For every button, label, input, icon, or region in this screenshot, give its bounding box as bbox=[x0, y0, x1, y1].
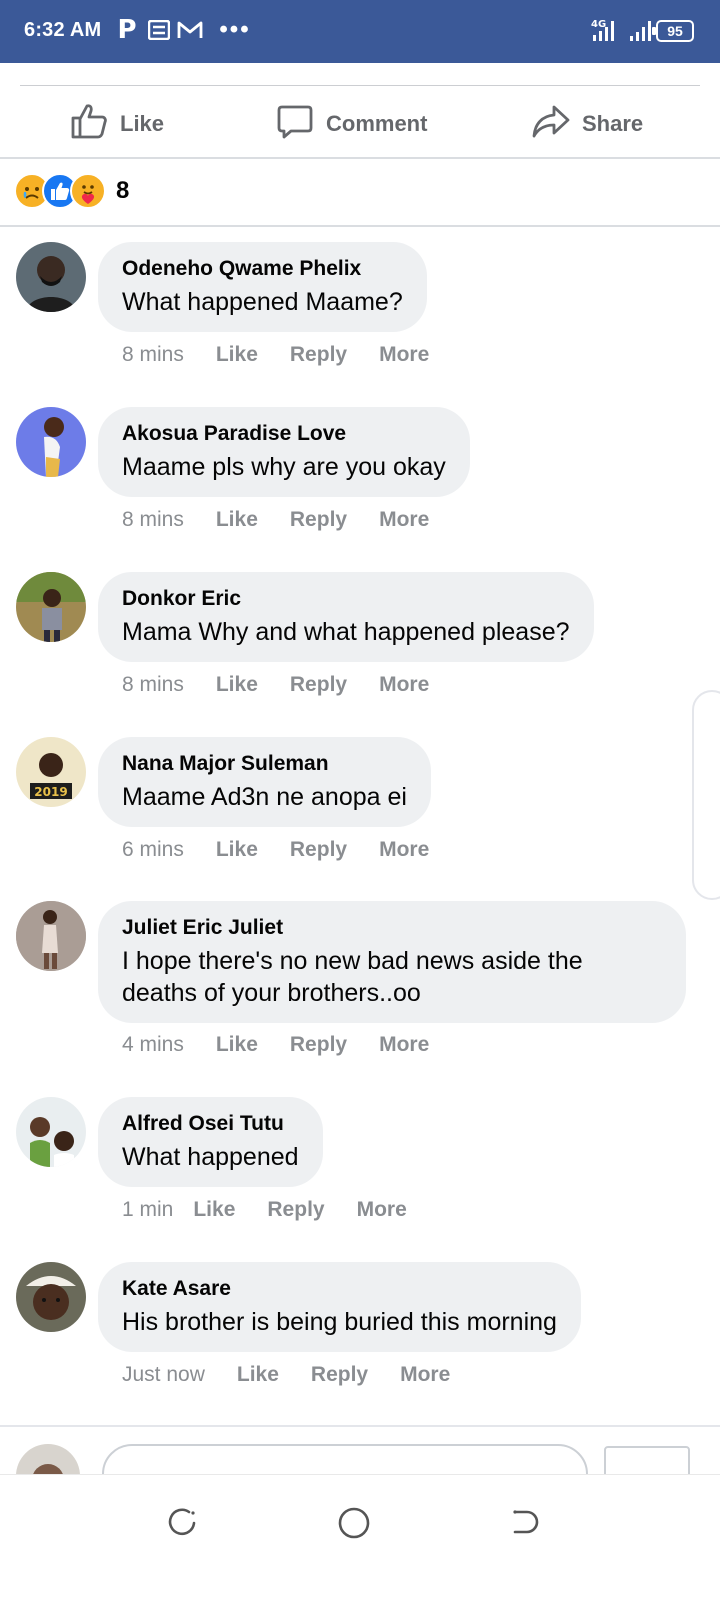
comment-like-button[interactable]: Like bbox=[216, 508, 258, 532]
document-icon bbox=[146, 16, 172, 44]
comment-more-button[interactable]: More bbox=[400, 1363, 450, 1387]
comment-like-button[interactable]: Like bbox=[237, 1363, 279, 1387]
comment-more-button[interactable]: More bbox=[379, 838, 429, 862]
commenter-name[interactable]: Alfred Osei Tutu bbox=[122, 1111, 299, 1137]
comment-time: 1 min bbox=[122, 1198, 174, 1221]
comment-text: I hope there's no new bad news aside the… bbox=[122, 947, 583, 1007]
comment-meta: 8 mins Like Reply More bbox=[122, 673, 461, 697]
comment-like-button[interactable]: Like bbox=[216, 673, 258, 697]
commenter-name[interactable]: Odeneho Qwame Phelix bbox=[122, 256, 403, 282]
comment-like-button[interactable]: Like bbox=[216, 1033, 258, 1057]
comment-meta: 8 mins Like Reply More bbox=[122, 508, 461, 532]
comment-button[interactable]: Comment bbox=[276, 102, 720, 146]
comment-time: Just now bbox=[122, 1363, 205, 1386]
comment-more-button[interactable]: More bbox=[379, 1033, 429, 1057]
share-arrow-icon bbox=[532, 102, 570, 146]
avatar[interactable] bbox=[16, 1097, 86, 1167]
comment-more-button[interactable]: More bbox=[357, 1198, 407, 1222]
comment-text: Mama Why and what happened please? bbox=[122, 618, 570, 646]
comment-meta: 4 mins Like Reply More bbox=[122, 1033, 461, 1057]
system-nav-bar bbox=[0, 1474, 720, 1600]
floating-scroll-handle[interactable] bbox=[692, 690, 720, 900]
comment-bubble-icon bbox=[276, 102, 314, 146]
comment-reply-button[interactable]: Reply bbox=[290, 1033, 347, 1057]
comment-text: What happened bbox=[122, 1143, 299, 1171]
comment-like-button[interactable]: Like bbox=[216, 838, 258, 862]
comment-time: 8 mins bbox=[122, 343, 184, 366]
reaction-count: 8 bbox=[116, 177, 130, 204]
avatar[interactable] bbox=[16, 572, 86, 642]
composer-divider bbox=[0, 1425, 720, 1427]
comment-bubble[interactable]: Donkor Eric Mama Why and what happened p… bbox=[98, 572, 594, 662]
mail-icon bbox=[176, 16, 204, 44]
thumbs-up-icon bbox=[70, 102, 108, 146]
comment-reply-button[interactable]: Reply bbox=[290, 673, 347, 697]
comment-reply-button[interactable]: Reply bbox=[290, 838, 347, 862]
care-reaction-icon bbox=[70, 173, 106, 209]
back-button[interactable] bbox=[504, 1505, 544, 1545]
comment-text: His brother is being buried this morning bbox=[122, 1308, 557, 1336]
comment-time: 8 mins bbox=[122, 673, 184, 696]
comment-text: What happened Maame? bbox=[122, 288, 403, 316]
comment-text: Maame Ad3n ne anopa ei bbox=[122, 783, 407, 811]
status-time: 6:32 AM bbox=[24, 19, 102, 41]
commenter-name[interactable]: Donkor Eric bbox=[122, 586, 570, 612]
comment-text: Maame pls why are you okay bbox=[122, 453, 446, 481]
comment-reply-button[interactable]: Reply bbox=[290, 343, 347, 367]
avatar[interactable] bbox=[16, 407, 86, 477]
comment-bubble[interactable]: Kate Asare His brother is being buried t… bbox=[98, 1262, 581, 1352]
like-button[interactable]: Like bbox=[70, 102, 164, 146]
battery-icon: 95 bbox=[652, 20, 694, 42]
comment-bubble[interactable]: Juliet Eric Juliet I hope there's no new… bbox=[98, 901, 686, 1023]
reactions-divider bbox=[0, 225, 720, 227]
comment-like-button[interactable]: Like bbox=[193, 1198, 235, 1222]
action-divider bbox=[0, 157, 720, 159]
commenter-name[interactable]: Juliet Eric Juliet bbox=[122, 915, 662, 941]
more-notifications-icon: ••• bbox=[219, 16, 251, 43]
comment-more-button[interactable]: More bbox=[379, 508, 429, 532]
share-button[interactable]: Share bbox=[532, 102, 643, 146]
comment-meta: 8 mins Like Reply More bbox=[122, 343, 461, 367]
comment-bubble[interactable]: Akosua Paradise Love Maame pls why are y… bbox=[98, 407, 470, 497]
comment-bubble[interactable]: Odeneho Qwame Phelix What happened Maame… bbox=[98, 242, 427, 332]
avatar[interactable] bbox=[16, 242, 86, 312]
comment-meta: 6 mins Like Reply More bbox=[122, 838, 461, 862]
comment-label: Comment bbox=[326, 111, 428, 136]
recents-icon bbox=[165, 1506, 199, 1545]
comment-time: 4 mins bbox=[122, 1033, 184, 1056]
avatar[interactable]: 2019 bbox=[16, 737, 86, 807]
status-bar: 6:32 AM P ••• 4G 95 bbox=[0, 0, 720, 63]
comment-more-button[interactable]: More bbox=[379, 673, 429, 697]
comment-meta: 1 min Like Reply More bbox=[122, 1198, 439, 1222]
svg-text:4G: 4G bbox=[591, 19, 606, 30]
comment-bubble[interactable]: Nana Major Suleman Maame Ad3n ne anopa e… bbox=[98, 737, 431, 827]
avatar[interactable] bbox=[16, 1262, 86, 1332]
svg-text:2019: 2019 bbox=[34, 785, 67, 799]
post-divider bbox=[20, 85, 700, 86]
comment-reply-button[interactable]: Reply bbox=[311, 1363, 368, 1387]
home-button[interactable] bbox=[334, 1505, 374, 1545]
comment-time: 8 mins bbox=[122, 508, 184, 531]
commenter-name[interactable]: Akosua Paradise Love bbox=[122, 421, 446, 447]
avatar[interactable] bbox=[16, 901, 86, 971]
comment-reply-button[interactable]: Reply bbox=[290, 508, 347, 532]
share-label: Share bbox=[582, 111, 644, 136]
commenter-name[interactable]: Nana Major Suleman bbox=[122, 751, 407, 777]
app-p-icon: P bbox=[117, 15, 137, 45]
comment-time: 6 mins bbox=[122, 838, 184, 861]
comment-more-button[interactable]: More bbox=[379, 343, 429, 367]
back-icon bbox=[507, 1506, 541, 1545]
reactions-summary[interactable]: 8 bbox=[14, 172, 129, 210]
post-action-bar: Like Comment Share bbox=[0, 88, 720, 158]
comment-bubble[interactable]: Alfred Osei Tutu What happened bbox=[98, 1097, 323, 1187]
comment-like-button[interactable]: Like bbox=[216, 343, 258, 367]
recents-button[interactable] bbox=[162, 1505, 202, 1545]
comment-meta: Just now Like Reply More bbox=[122, 1363, 482, 1387]
commenter-name[interactable]: Kate Asare bbox=[122, 1276, 557, 1302]
comment-reply-button[interactable]: Reply bbox=[267, 1198, 324, 1222]
home-circle-icon bbox=[336, 1505, 372, 1546]
signal-4g-icon: 4G bbox=[588, 16, 624, 44]
like-label: Like bbox=[120, 111, 165, 136]
